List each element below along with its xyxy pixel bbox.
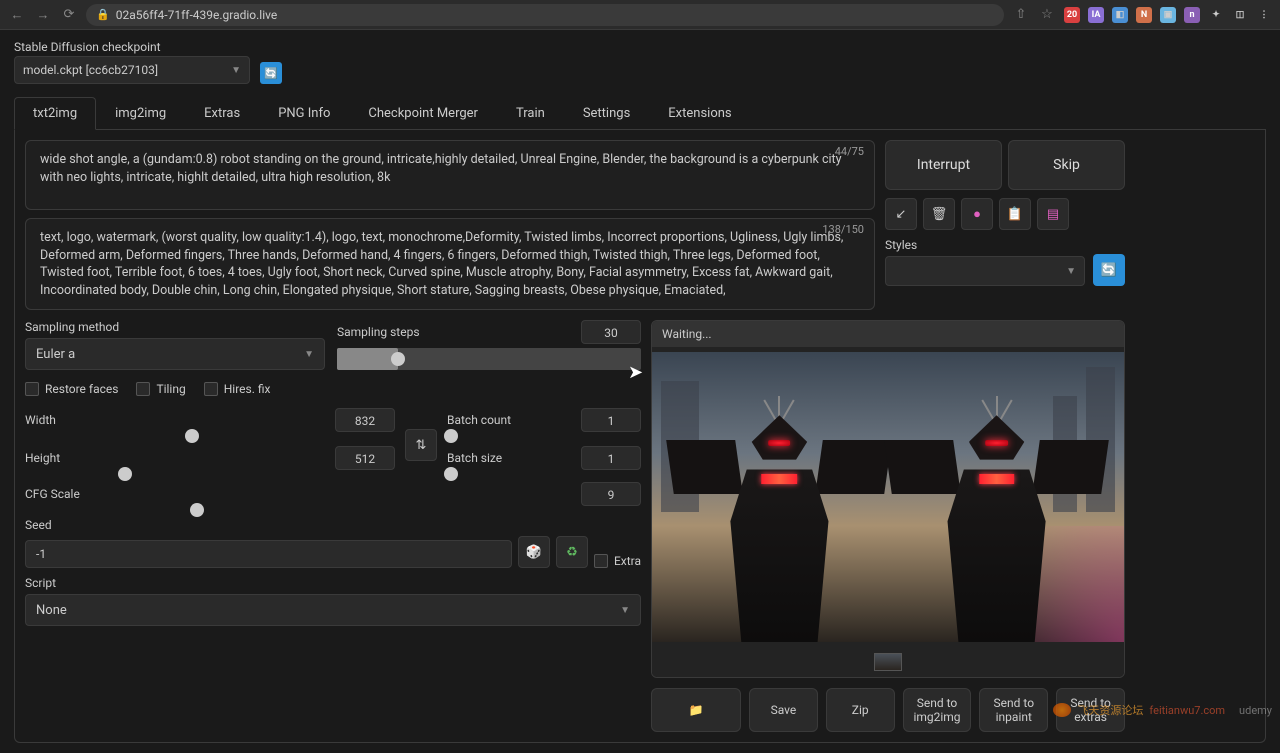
forward-icon[interactable]: → [34,6,52,24]
preview-image[interactable] [652,352,1124,642]
reload-checkpoint-button[interactable]: 🔄 [260,62,282,84]
hires-fix-checkbox[interactable]: Hires. fix [204,382,271,396]
skip-button[interactable]: Skip [1008,140,1125,190]
output-status: Waiting... [662,327,712,341]
tab-checkpoint-merger[interactable]: Checkpoint Merger [349,97,497,130]
chevron-down-icon: ▼ [231,65,241,76]
save-button[interactable]: Save [749,688,818,732]
ext-icon[interactable]: IA [1088,7,1104,23]
chevron-down-icon: ▼ [620,605,630,616]
seed-label: Seed [25,518,641,532]
batch-count-label: Batch count [447,413,511,427]
random-seed-button[interactable]: 🎲 [518,536,550,568]
reload-icon[interactable]: ⟳ [60,6,78,24]
script-value: None [36,603,67,618]
watermark-logo-icon [1053,703,1071,717]
prompt-input[interactable]: 44/75 wide shot angle, a (gundam:0.8) ro… [25,140,875,210]
ext-icon[interactable]: N [1136,7,1152,23]
thumbnail-strip [652,647,1124,677]
send-img2img-button[interactable]: Send to img2img [903,688,972,732]
styles-dropdown[interactable]: ▼ [885,256,1085,286]
cfg-label: CFG Scale [25,487,80,501]
main-panel: 44/75 wide shot angle, a (gundam:0.8) ro… [14,130,1266,743]
lock-icon: 🔒 [96,8,110,21]
width-label: Width [25,413,56,427]
menu-icon[interactable]: ⋮ [1256,7,1272,23]
sampling-steps-slider[interactable] [337,348,641,370]
ext-icon[interactable]: ▣ [1160,7,1176,23]
watermark: 飞天资源论坛 feitianwu7.com udemy [1053,702,1272,718]
tab-train[interactable]: Train [497,97,564,130]
prompt-token-count: 44/75 [835,145,864,158]
arrow-button[interactable]: ↙ [885,198,917,230]
batch-count-value[interactable]: 1 [581,408,641,432]
sampling-steps-value[interactable]: 30 [581,320,641,344]
trash-button[interactable]: 🗑 [923,198,955,230]
swap-dimensions-button[interactable]: ⇅ [405,429,437,461]
output-panel: Waiting... ✕ [651,320,1125,678]
interrupt-button[interactable]: Interrupt [885,140,1002,190]
tab-pnginfo[interactable]: PNG Info [259,97,349,130]
main-tabs: txt2img img2img Extras PNG Info Checkpoi… [14,96,1266,130]
prompt-text: wide shot angle, a (gundam:0.8) robot st… [40,151,860,186]
restore-faces-checkbox[interactable]: Restore faces [25,382,118,396]
negative-prompt-text: text, logo, watermark, (worst quality, l… [40,229,860,299]
batch-size-label: Batch size [447,451,502,465]
checkpoint-label: Stable Diffusion checkpoint [14,40,250,54]
sampling-steps-label: Sampling steps [337,325,420,339]
styles-label: Styles [885,238,1085,252]
tab-txt2img[interactable]: txt2img [14,97,96,130]
extension-icons: 20 IA ◧ N ▣ n ✦ ◫ ⋮ [1064,7,1272,23]
extra-seed-checkbox[interactable]: Extra [594,554,641,568]
sampling-method-value: Euler a [36,347,75,362]
sampling-method-dropdown[interactable]: Euler a ▼ [25,338,325,370]
save-style-button[interactable]: ▤ [1037,198,1069,230]
tab-img2img[interactable]: img2img [96,97,185,130]
style-button[interactable]: ● [961,198,993,230]
width-value[interactable]: 832 [335,408,395,432]
chevron-down-icon: ▼ [1066,266,1076,277]
height-label: Height [25,451,60,465]
ext-icon[interactable]: n [1184,7,1200,23]
checkpoint-row: Stable Diffusion checkpoint model.ckpt [… [14,40,1266,84]
url-text: 02a56ff4-71ff-439e.gradio.live [116,8,278,22]
clipboard-button[interactable]: 📋 [999,198,1031,230]
ext-icon[interactable]: ◧ [1112,7,1128,23]
apply-style-button[interactable]: 🔄 [1093,254,1125,286]
url-bar[interactable]: 🔒 02a56ff4-71ff-439e.gradio.live [86,4,1004,26]
zip-button[interactable]: Zip [826,688,895,732]
script-label: Script [25,576,641,590]
cfg-value[interactable]: 9 [581,482,641,506]
checkpoint-value: model.ckpt [cc6cb27103] [23,63,158,77]
puzzle-icon[interactable]: ✦ [1208,7,1224,23]
star-icon[interactable]: ☆ [1038,6,1056,24]
chevron-down-icon: ▼ [304,349,314,360]
back-icon[interactable]: ← [8,6,26,24]
negative-prompt-input[interactable]: 138/150 text, logo, watermark, (worst qu… [25,218,875,310]
sampling-method-label: Sampling method [25,320,325,334]
batch-size-value[interactable]: 1 [581,446,641,470]
browser-bar: ← → ⟳ 🔒 02a56ff4-71ff-439e.gradio.live ⇧… [0,0,1280,30]
open-folder-button[interactable]: 📁 [651,688,741,732]
tab-extensions[interactable]: Extensions [649,97,750,130]
negative-token-count: 138/150 [822,223,864,236]
reuse-seed-button[interactable]: ♻ [556,536,588,568]
share-icon[interactable]: ⇧ [1012,6,1030,24]
seed-input[interactable]: -1 [25,540,512,568]
script-dropdown[interactable]: None ▼ [25,594,641,626]
ext-icon[interactable]: 20 [1064,7,1080,23]
height-value[interactable]: 512 [335,446,395,470]
output-image-area: ✕ [652,347,1124,647]
tiling-checkbox[interactable]: Tiling [136,382,185,396]
checkpoint-dropdown[interactable]: model.ckpt [cc6cb27103] ▼ [14,56,250,84]
tab-settings[interactable]: Settings [564,97,649,130]
panel-icon[interactable]: ◫ [1232,7,1248,23]
thumbnail[interactable] [874,653,902,671]
tab-extras[interactable]: Extras [185,97,259,130]
send-inpaint-button[interactable]: Send to inpaint [979,688,1048,732]
